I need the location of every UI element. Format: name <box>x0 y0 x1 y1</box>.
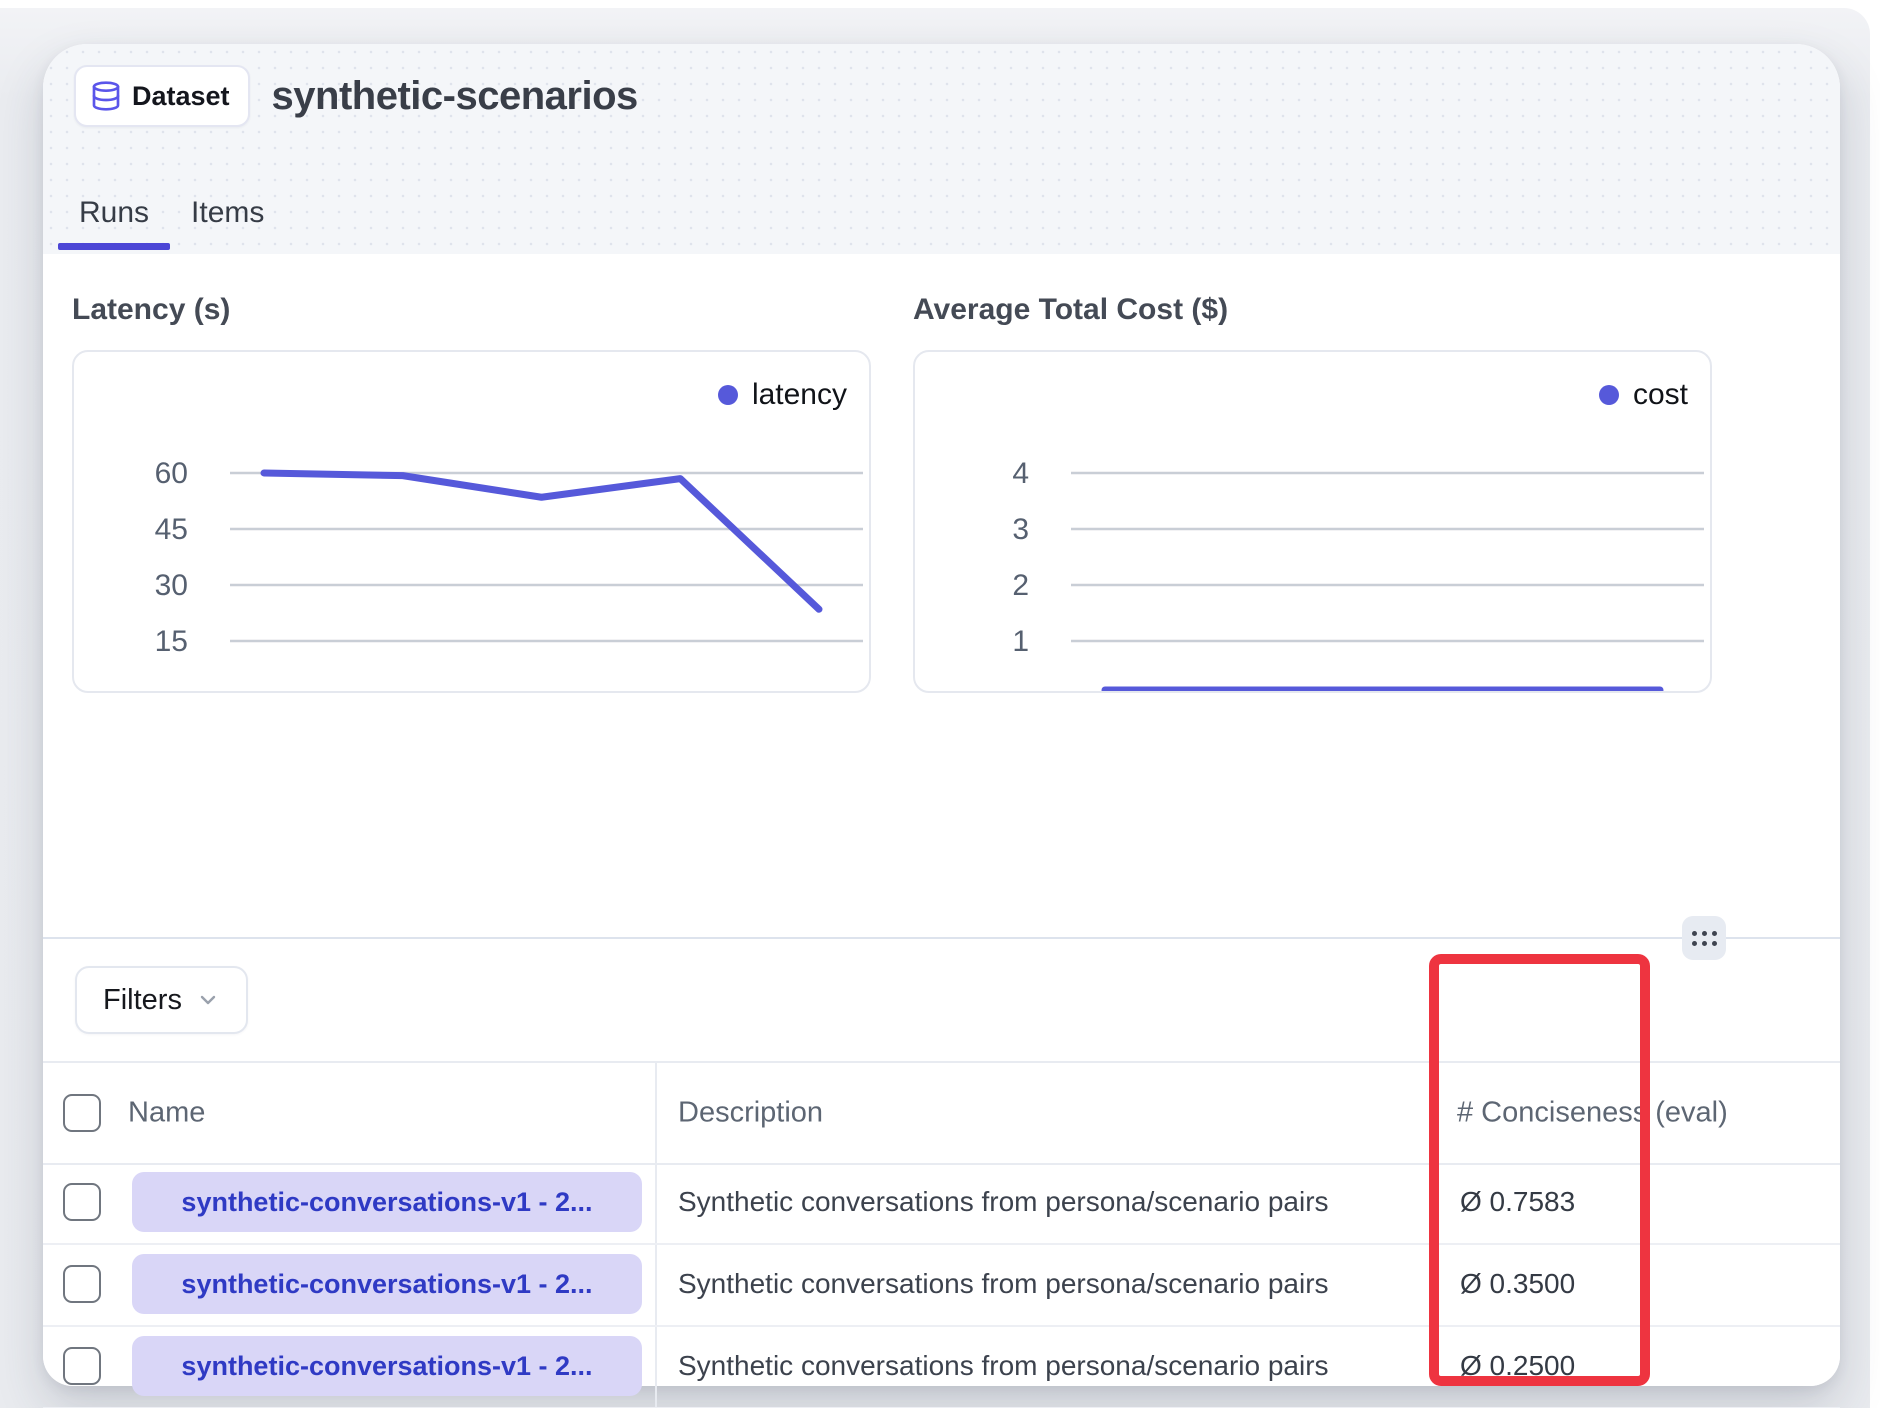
chart-legend: cost <box>1599 378 1688 412</box>
latency-line-series <box>264 473 819 609</box>
grip-dots-icon <box>1692 931 1717 946</box>
tab-items[interactable]: Items <box>170 186 285 250</box>
page-title: synthetic-scenarios <box>272 74 638 119</box>
resize-handle-button[interactable] <box>1682 916 1726 960</box>
conciseness-value: Ø 0.7583 <box>1460 1186 1575 1218</box>
run-name-link[interactable]: synthetic-conversations-v1 - 2... <box>132 1254 642 1314</box>
filters-button-label: Filters <box>103 984 182 1017</box>
y-tick-label: 30 <box>155 569 188 602</box>
tabs: RunsItems <box>58 186 285 250</box>
table-row[interactable]: synthetic-conversations-v1 - 2... Synthe… <box>43 1325 1840 1408</box>
panel-content: Latency (s) 60 45 30 15 latency Average Total … <box>43 254 1840 1386</box>
run-name-label: synthetic-conversations-v1 - 2... <box>181 1269 592 1300</box>
chart-legend: latency <box>718 378 847 412</box>
chart-card-latency: 60 45 30 15 latency <box>72 350 871 693</box>
y-tick-label: 15 <box>155 625 188 658</box>
runs-table: Name Description # Conciseness (eval) sy… <box>43 1061 1840 1386</box>
dataset-badge-label: Dataset <box>132 81 230 112</box>
header-row: Dataset synthetic-scenarios <box>74 66 638 126</box>
table-header-row: Name Description # Conciseness (eval) <box>43 1061 1840 1165</box>
select-all-checkbox[interactable] <box>63 1094 101 1132</box>
y-tick-label: 60 <box>155 457 188 490</box>
dataset-badge: Dataset <box>74 65 250 127</box>
screen: Dataset synthetic-scenarios RunsItems La… <box>0 0 1880 1408</box>
chart-card-cost: 4 3 2 1 cost <box>913 350 1712 693</box>
chart-title: Latency (s) <box>72 288 871 332</box>
chart-plot: 4 3 2 1 <box>915 352 1710 691</box>
row-checkbox[interactable] <box>63 1265 101 1303</box>
run-description: Synthetic conversations from persona/sce… <box>678 1350 1329 1382</box>
run-name-label: synthetic-conversations-v1 - 2... <box>181 1187 592 1218</box>
chevron-down-icon <box>196 988 220 1012</box>
panel-header: Dataset synthetic-scenarios RunsItems <box>43 44 1840 256</box>
column-header-conciseness[interactable]: # Conciseness (eval) <box>1457 1097 1728 1130</box>
y-tick-label: 3 <box>1012 513 1029 546</box>
column-header-description[interactable]: Description <box>678 1097 823 1130</box>
dataset-panel: Dataset synthetic-scenarios RunsItems La… <box>43 44 1840 1386</box>
row-checkbox[interactable] <box>63 1183 101 1221</box>
chart-group-latency: Latency (s) 60 45 30 15 latency <box>72 288 871 693</box>
run-name-link[interactable]: synthetic-conversations-v1 - 2... <box>132 1336 642 1396</box>
y-tick-label: 4 <box>1012 457 1029 490</box>
conciseness-value: Ø 0.2500 <box>1460 1350 1575 1382</box>
legend-dot-icon <box>1599 385 1619 405</box>
database-icon <box>90 80 122 112</box>
run-name-label: synthetic-conversations-v1 - 2... <box>181 1351 592 1382</box>
conciseness-value: Ø 0.3500 <box>1460 1268 1575 1300</box>
chart-group-cost: Average Total Cost ($) 4 3 2 1 cost <box>913 288 1712 693</box>
legend-label: latency <box>752 378 847 412</box>
y-tick-label: 45 <box>155 513 188 546</box>
row-checkbox[interactable] <box>63 1347 101 1385</box>
y-tick-label: 1 <box>1012 625 1029 658</box>
chart-title: Average Total Cost ($) <box>913 288 1712 332</box>
filters-button[interactable]: Filters <box>75 966 248 1034</box>
page-background: Dataset synthetic-scenarios RunsItems La… <box>0 8 1870 1408</box>
y-tick-label: 2 <box>1012 569 1029 602</box>
table-row[interactable]: synthetic-conversations-v1 - 2... Synthe… <box>43 1243 1840 1327</box>
legend-dot-icon <box>718 385 738 405</box>
legend-label: cost <box>1633 378 1688 412</box>
run-description: Synthetic conversations from persona/sce… <box>678 1268 1329 1300</box>
column-header-name[interactable]: Name <box>128 1097 205 1130</box>
table-row[interactable]: synthetic-conversations-v1 - 2... Synthe… <box>43 1161 1840 1245</box>
tab-runs[interactable]: Runs <box>58 186 170 250</box>
run-name-link[interactable]: synthetic-conversations-v1 - 2... <box>132 1172 642 1232</box>
run-description: Synthetic conversations from persona/sce… <box>678 1186 1329 1218</box>
section-divider <box>43 937 1840 939</box>
